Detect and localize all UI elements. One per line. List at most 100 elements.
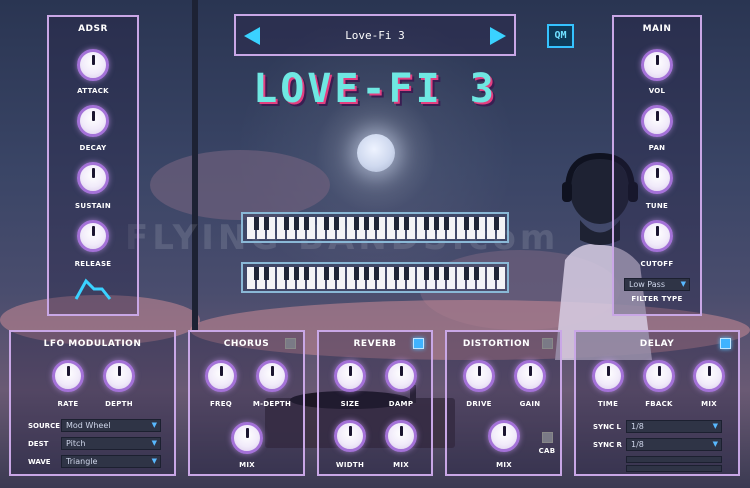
- chevron-down-icon: ▼: [151, 439, 157, 447]
- reverb-size-knob[interactable]: [334, 360, 366, 392]
- delay-slider[interactable]: [626, 456, 722, 463]
- reverb-damp-knob[interactable]: [385, 360, 417, 392]
- black-key[interactable]: [374, 267, 379, 280]
- chorus-mix-knob[interactable]: [231, 422, 263, 454]
- chorus-toggle[interactable]: [285, 338, 296, 349]
- wave-select[interactable]: Triangle ▼: [61, 455, 161, 468]
- black-key[interactable]: [374, 217, 379, 230]
- black-key[interactable]: [264, 267, 269, 280]
- source-label: SOURCE: [28, 422, 60, 430]
- reverb-toggle[interactable]: [413, 338, 424, 349]
- rate-knob[interactable]: [52, 360, 84, 392]
- delay-mix-knob[interactable]: [693, 360, 725, 392]
- black-key[interactable]: [354, 267, 359, 280]
- black-key[interactable]: [474, 217, 479, 230]
- pan-knob[interactable]: [641, 105, 673, 137]
- black-key[interactable]: [304, 267, 309, 280]
- black-key[interactable]: [324, 217, 329, 230]
- distortion-mix-knob[interactable]: [488, 420, 520, 452]
- black-key[interactable]: [444, 267, 449, 280]
- reverb-panel: REVERB SIZE DAMP WIDTH MIX: [317, 330, 433, 476]
- delay-time-knob[interactable]: [592, 360, 624, 392]
- black-key[interactable]: [254, 267, 259, 280]
- delay-panel: DELAY TIME FBACK MIX SYNC L 1/8 ▼ SYNC R…: [574, 330, 740, 476]
- main-panel: MAIN VOL PAN TUNE CUTOFF Low Pass ▼ FILT…: [612, 15, 702, 316]
- tune-knob[interactable]: [641, 162, 673, 194]
- black-key[interactable]: [294, 217, 299, 230]
- black-key[interactable]: [474, 267, 479, 280]
- source-select[interactable]: Mod Wheel ▼: [61, 419, 161, 432]
- distortion-gain-knob[interactable]: [514, 360, 546, 392]
- black-key[interactable]: [464, 217, 469, 230]
- preset-name[interactable]: Love-Fi 3: [236, 29, 514, 42]
- black-key[interactable]: [424, 217, 429, 230]
- black-key[interactable]: [424, 267, 429, 280]
- chorus-mdepth-knob[interactable]: [256, 360, 288, 392]
- release-knob[interactable]: [77, 220, 109, 252]
- black-key[interactable]: [364, 267, 369, 280]
- reverb-mix-knob[interactable]: [385, 420, 417, 452]
- black-key[interactable]: [254, 217, 259, 230]
- cab-toggle[interactable]: [542, 432, 553, 443]
- black-key[interactable]: [464, 267, 469, 280]
- window-frame: [192, 0, 198, 330]
- black-key[interactable]: [394, 217, 399, 230]
- distortion-drive-knob[interactable]: [463, 360, 495, 392]
- delay-fback-knob[interactable]: [643, 360, 675, 392]
- black-key[interactable]: [334, 217, 339, 230]
- keyboard-upper[interactable]: [241, 212, 509, 243]
- black-key[interactable]: [394, 267, 399, 280]
- cutoff-knob[interactable]: [641, 220, 673, 252]
- chorus-panel: CHORUS FREQ M-DEPTH MIX: [188, 330, 305, 476]
- sync-l-value: 1/8: [631, 422, 644, 431]
- distortion-toggle[interactable]: [542, 338, 553, 349]
- delay-title: DELAY: [639, 339, 675, 349]
- moon: [357, 134, 395, 172]
- adsr-panel: ADSR ATTACK DECAY SUSTAIN RELEASE: [47, 15, 139, 316]
- sustain-knob[interactable]: [77, 162, 109, 194]
- pan-label: PAN: [648, 144, 666, 152]
- black-key[interactable]: [494, 267, 499, 280]
- black-key[interactable]: [434, 217, 439, 230]
- chevron-down-icon: ▼: [680, 280, 686, 288]
- delay-toggle[interactable]: [720, 338, 731, 349]
- black-key[interactable]: [324, 267, 329, 280]
- sustain-label: SUSTAIN: [75, 202, 111, 210]
- chorus-freq-knob[interactable]: [205, 360, 237, 392]
- chorus-mix-label: MIX: [239, 461, 255, 469]
- black-key[interactable]: [334, 267, 339, 280]
- black-key[interactable]: [444, 217, 449, 230]
- release-label: RELEASE: [74, 260, 112, 268]
- qm-badge[interactable]: QM: [547, 24, 574, 48]
- decay-knob[interactable]: [77, 105, 109, 137]
- chevron-down-icon: ▼: [151, 457, 157, 465]
- keyboard-lower[interactable]: [241, 262, 509, 293]
- black-key[interactable]: [294, 267, 299, 280]
- delay-slider[interactable]: [626, 465, 722, 472]
- wave-label: WAVE: [28, 458, 51, 466]
- black-key[interactable]: [494, 217, 499, 230]
- dest-select[interactable]: Pitch ▼: [61, 437, 161, 450]
- adsr-title: ADSR: [78, 24, 108, 34]
- black-key[interactable]: [264, 217, 269, 230]
- next-preset-arrow-icon[interactable]: [490, 27, 506, 45]
- sync-r-select[interactable]: 1/8 ▼: [626, 438, 722, 451]
- depth-knob[interactable]: [103, 360, 135, 392]
- reverb-width-knob[interactable]: [334, 420, 366, 452]
- black-key[interactable]: [404, 217, 409, 230]
- black-key[interactable]: [304, 217, 309, 230]
- chorus-mdepth-label: M-DEPTH: [252, 400, 292, 408]
- black-key[interactable]: [284, 267, 289, 280]
- black-key[interactable]: [364, 217, 369, 230]
- filter-type-value: Low Pass: [629, 280, 665, 289]
- vol-knob[interactable]: [641, 49, 673, 81]
- sync-r-label: SYNC R: [593, 441, 622, 449]
- black-key[interactable]: [434, 267, 439, 280]
- attack-knob[interactable]: [77, 49, 109, 81]
- black-key[interactable]: [354, 217, 359, 230]
- black-key[interactable]: [404, 267, 409, 280]
- sync-l-select[interactable]: 1/8 ▼: [626, 420, 722, 433]
- black-key[interactable]: [284, 217, 289, 230]
- cab-label: CAB: [538, 447, 556, 455]
- filter-type-select[interactable]: Low Pass ▼: [624, 278, 690, 291]
